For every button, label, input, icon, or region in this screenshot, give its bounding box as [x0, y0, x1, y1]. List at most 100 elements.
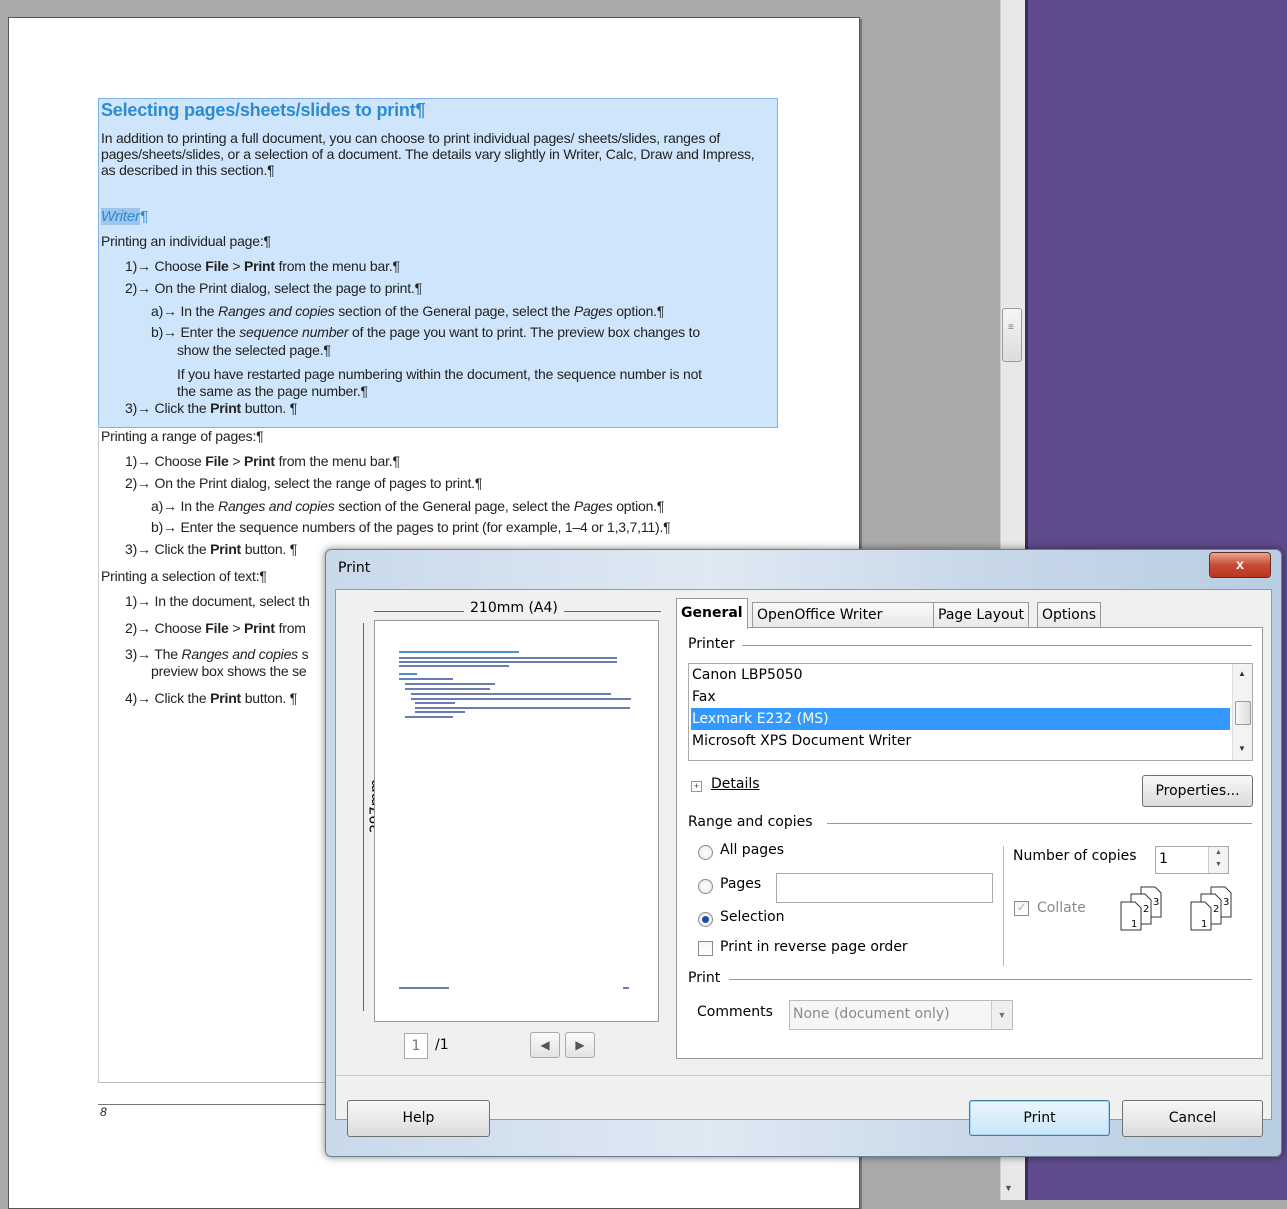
print-button[interactable]: Print [969, 1100, 1110, 1136]
bold-run: Print [243, 453, 275, 469]
italic-run: Pages [573, 303, 613, 319]
collate-pages-icon: 3 2 1 [1120, 886, 1162, 931]
list-item: b)→ Enter the sequence numbers of the pa… [151, 519, 671, 535]
details-expander-label[interactable]: Details [711, 776, 760, 792]
copies-value: 1 [1159, 851, 1168, 867]
text-run: b)→ Enter the [151, 324, 240, 340]
chevron-down-icon[interactable]: ▼ [991, 1001, 1012, 1029]
thumb-footer-num [623, 987, 629, 989]
collate-label: Collate [1037, 900, 1086, 916]
subheading-mark: ¶ [139, 208, 148, 225]
printer-item-selected[interactable]: Lexmark E232 (MS) [691, 708, 1230, 730]
tab-general[interactable]: General [676, 598, 748, 629]
doc-heading: Selecting pages/sheets/slides to print¶ [101, 100, 426, 120]
preview-height-line [363, 623, 364, 1011]
thumb-line [415, 711, 465, 713]
text-run: 4)→ Click the [125, 690, 211, 706]
svg-text:3: 3 [1223, 897, 1229, 908]
printer-item[interactable]: Canon LBP5050 [691, 664, 1230, 686]
spin-arrows-icon[interactable]: ▲ ▼ [1208, 847, 1228, 873]
list-item: 2)→ Choose File > Print from [125, 620, 306, 636]
chevron-left-icon: ◀ [540, 1038, 550, 1052]
italic-run: Pages [573, 498, 613, 514]
list-item: b)→ Enter the sequence number of the pag… [151, 324, 700, 340]
thumb-line [415, 707, 630, 709]
uncollated-pages-icon: 3 2 1 [1190, 886, 1232, 931]
pages-radio[interactable] [698, 879, 713, 894]
comments-dropdown[interactable]: None (document only) ▼ [789, 1000, 1013, 1030]
chevron-right-icon: ▶ [575, 1038, 585, 1052]
text-run: button. ¶ [241, 400, 298, 416]
list-item: preview box shows the se [151, 663, 307, 679]
list-item: If you have restarted page numbering wit… [177, 366, 702, 382]
text-boundary-line [98, 1082, 328, 1083]
footer-rule [98, 1104, 328, 1105]
printer-list-thumb[interactable] [1235, 701, 1251, 725]
properties-button[interactable]: Properties... [1142, 775, 1253, 807]
pages-label[interactable]: Pages [720, 876, 761, 892]
cancel-button[interactable]: Cancel [1122, 1100, 1263, 1137]
text-run: 1)→ Choose [125, 258, 206, 274]
text-run: 3)→ Click the [125, 400, 211, 416]
selection-radio[interactable] [698, 912, 713, 927]
text-run: 1)→ Choose [125, 453, 206, 469]
list-item: a)→ In the Ranges and copies section of … [151, 303, 664, 319]
selection-label[interactable]: Selection [720, 909, 785, 925]
pages-range-input[interactable] [776, 873, 993, 903]
text-run: from the menu bar.¶ [274, 258, 400, 274]
text-run: > [228, 453, 244, 469]
thumb-line [399, 661, 617, 663]
scroll-down-arrow-icon[interactable]: ▼ [1004, 1183, 1013, 1193]
all-pages-label[interactable]: All pages [720, 842, 784, 858]
copies-stepper[interactable]: 1 ▲ ▼ [1155, 846, 1229, 874]
text-run: section of the General page, select the [334, 303, 574, 319]
text-run: 2)→ Choose [125, 620, 206, 636]
svg-text:2: 2 [1213, 904, 1219, 915]
close-button[interactable]: x [1209, 552, 1271, 578]
text-run: a)→ In the [151, 303, 219, 319]
thumb-line [415, 702, 455, 704]
printer-item[interactable]: Fax [691, 686, 1230, 708]
help-button[interactable]: Help [347, 1100, 490, 1137]
text-run: s [297, 646, 309, 662]
text-run: 3)→ The [125, 646, 182, 662]
dialog-content: 210mm (A4) 297mm 1 /1 ◀ ▶ General OpenO [335, 589, 1272, 1137]
close-icon: x [1236, 556, 1244, 572]
printer-item[interactable]: Microsoft XPS Document Writer [691, 730, 1230, 752]
tab-page-layout[interactable]: Page Layout [933, 602, 1029, 628]
text-run: 3)→ Click the [125, 541, 211, 557]
expand-plus-icon[interactable]: + [691, 781, 702, 792]
text-run: a)→ In the [151, 498, 219, 514]
copies-label: Number of copies [1013, 848, 1137, 864]
dialog-title: Print [338, 560, 371, 576]
text-run: section of the General page, select the [334, 498, 574, 514]
scroll-up-icon[interactable]: ▲ [1238, 669, 1246, 678]
bold-run: File [205, 620, 229, 636]
previous-page-button[interactable]: ◀ [530, 1032, 560, 1058]
collate-checkbox[interactable]: ✓ [1014, 901, 1029, 916]
tab-options[interactable]: Options [1037, 602, 1102, 628]
all-pages-radio[interactable] [698, 845, 713, 860]
section-rule [827, 823, 1252, 824]
thumb-line [405, 688, 490, 690]
range-section-label: Range and copies [688, 814, 813, 830]
bold-run: Print [243, 620, 275, 636]
reverse-order-checkbox[interactable] [698, 941, 713, 956]
scrollbar-grip-icon: ≡ [1008, 322, 1014, 333]
scroll-down-icon[interactable]: ▼ [1238, 744, 1246, 753]
reverse-order-label[interactable]: Print in reverse page order [720, 939, 908, 955]
preview-page-input[interactable]: 1 [404, 1033, 428, 1059]
printer-list[interactable]: Canon LBP5050 Fax Lexmark E232 (MS) Micr… [688, 663, 1253, 761]
doc-intro-paragraph: In addition to printing a full document,… [101, 130, 755, 178]
list-item: 3)→ The Ranges and copies s [125, 646, 309, 662]
next-page-button[interactable]: ▶ [565, 1032, 595, 1058]
bold-run: Print [243, 258, 275, 274]
printer-section-label: Printer [688, 636, 735, 652]
tab-openoffice-writer[interactable]: OpenOffice Writer [752, 602, 934, 628]
subheading-text: Writer [101, 208, 140, 225]
italic-run: sequence number [239, 324, 349, 340]
svg-text:2: 2 [1143, 904, 1149, 915]
printer-list-scrollbar[interactable]: ▲ ▼ [1232, 664, 1252, 760]
italic-run: Ranges and copies [218, 303, 335, 319]
list-item: the same as the page number.¶ [177, 383, 368, 399]
